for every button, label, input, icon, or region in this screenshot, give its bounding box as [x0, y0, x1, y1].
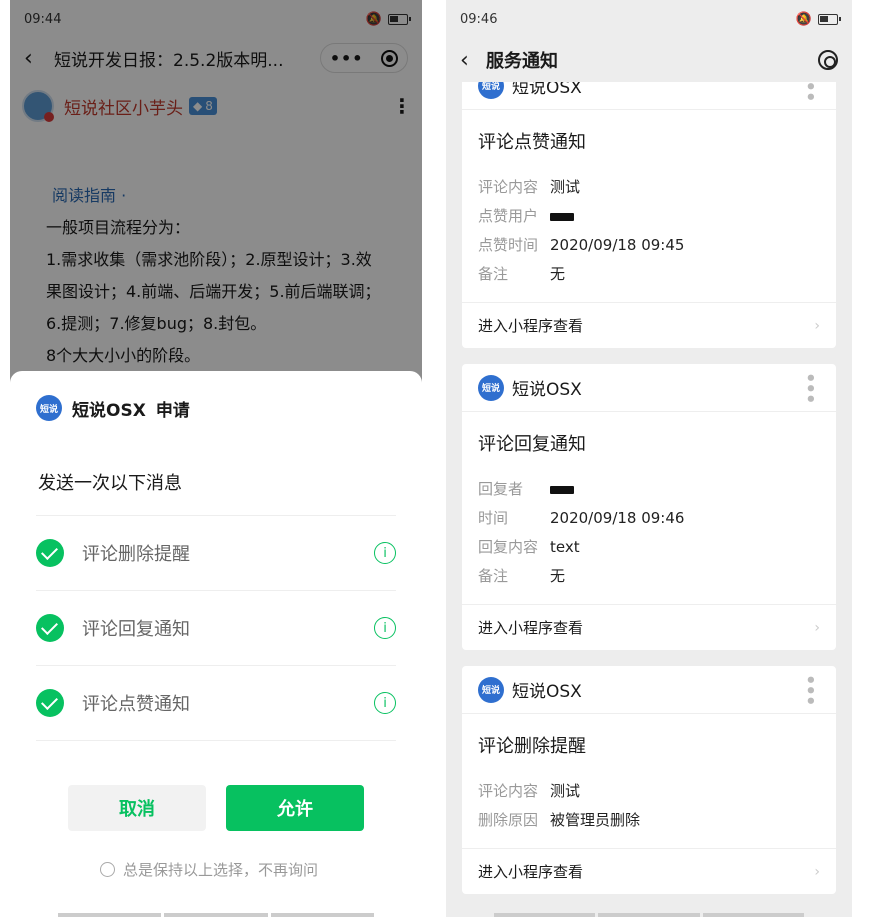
sheet-subtitle: 发送一次以下消息: [38, 473, 182, 494]
app-logo: 短说: [36, 395, 62, 421]
permission-item[interactable]: 评论点赞通知 i: [36, 665, 396, 740]
card-header: 短说 短说OSX •••: [462, 364, 836, 412]
status-time: 09:46: [460, 11, 498, 27]
field-row: 评论内容 测试: [478, 178, 581, 196]
app-name: 短说OSX: [512, 380, 582, 400]
permission-list: 评论删除提醒 i 评论回复通知 i 评论点赞通知 i: [36, 515, 396, 741]
open-mini-program-link[interactable]: 进入小程序查看 ›: [462, 604, 836, 650]
info-icon[interactable]: i: [374, 542, 396, 564]
field-row: 点赞用户: [462, 201, 836, 230]
permission-label: 评论删除提醒: [82, 544, 190, 565]
field-row: 备注无: [478, 265, 566, 283]
check-icon[interactable]: [36, 689, 64, 717]
field-row: 评论内容 测试: [478, 782, 581, 800]
chevron-right-icon: ›: [814, 619, 820, 636]
app-logo: 短说: [478, 374, 504, 401]
notice-card: 短说 短说OSX ••• 评论点赞通知 评论内容 测试 点赞用户 点赞时间 2020…: [462, 62, 836, 348]
remember-choice-label: 总是保持以上选择，不再询问: [123, 861, 319, 879]
field-row: 时间 2020/09/18 09:46: [478, 508, 685, 528]
redacted-username: [550, 212, 574, 221]
battery-icon: [818, 13, 841, 25]
left-phone-screen: 09:44 🔕 ‹ 短说开发日报：2.5.2版本明... ••• 短说社区小芋头…: [10, 0, 422, 917]
card-title: 评论点赞通知: [478, 132, 586, 153]
card-header: 短说 短说OSX •••: [462, 666, 836, 714]
subscribe-permission-sheet: 短说 短说OSX 申请 发送一次以下消息 评论删除提醒 i 评论回复通知 i 评…: [10, 371, 422, 917]
field-row: 点赞时间 2020/09/18 09:45: [478, 235, 685, 255]
card-more-icon[interactable]: •••: [799, 372, 820, 404]
sheet-action: 申请: [155, 400, 190, 421]
redacted-username: [550, 485, 574, 494]
info-icon[interactable]: i: [374, 617, 396, 639]
check-icon[interactable]: [36, 539, 64, 567]
right-phone-screen: 09:46 🔕 ‹ 服务通知 短说 短说OSX ••• 评论点赞通知 评论内容测…: [446, 0, 852, 917]
open-mini-program-link[interactable]: 进入小程序查看 ›: [462, 302, 836, 348]
field-row: 回复者: [462, 474, 836, 503]
app-logo: 短说: [478, 676, 504, 703]
permission-item[interactable]: 评论回复通知 i: [36, 590, 396, 665]
page-title: 服务通知: [486, 51, 558, 72]
field-row: 回复内容 text: [478, 537, 580, 557]
mute-icon: 🔕: [795, 11, 812, 27]
card-more-icon[interactable]: •••: [799, 674, 820, 706]
home-indicator: [58, 913, 374, 917]
chevron-right-icon: ›: [814, 317, 820, 334]
service-notice-nav-bar: ‹ 服务通知: [446, 38, 852, 82]
home-indicator: [494, 913, 804, 917]
field-row: 删除原因 被管理员删除: [478, 811, 641, 829]
info-icon[interactable]: i: [374, 692, 396, 714]
app-name: 短说OSX: [512, 682, 582, 702]
chevron-right-icon: ›: [814, 863, 820, 880]
field-row: 备注无: [478, 567, 566, 585]
open-mini-program-link[interactable]: 进入小程序查看 ›: [462, 848, 836, 894]
gear-icon[interactable]: [818, 50, 838, 70]
status-bar: 09:46 🔕: [446, 0, 852, 38]
notice-card: 短说 短说OSX ••• 评论删除提醒 评论内容 测试 删除原因 被管理员删除 进入…: [462, 666, 836, 894]
sheet-header: 短说 短说OSX 申请: [36, 395, 190, 421]
cancel-button[interactable]: 取消: [68, 785, 206, 831]
app-name: 短说OSX: [72, 400, 146, 421]
back-icon[interactable]: ‹: [460, 48, 486, 73]
permission-label: 评论点赞通知: [82, 694, 190, 715]
permission-label: 评论回复通知: [82, 619, 190, 640]
permission-item[interactable]: 评论删除提醒 i: [36, 515, 396, 590]
allow-button[interactable]: 允许: [226, 785, 364, 831]
card-title: 评论删除提醒: [478, 736, 586, 757]
notice-card: 短说 短说OSX ••• 评论回复通知 回复者 时间 2020/09/18 09:…: [462, 364, 836, 650]
radio-icon[interactable]: [100, 862, 115, 877]
check-icon[interactable]: [36, 614, 64, 642]
card-title: 评论回复通知: [478, 434, 586, 455]
remember-choice-option[interactable]: 总是保持以上选择，不再询问: [100, 859, 318, 880]
